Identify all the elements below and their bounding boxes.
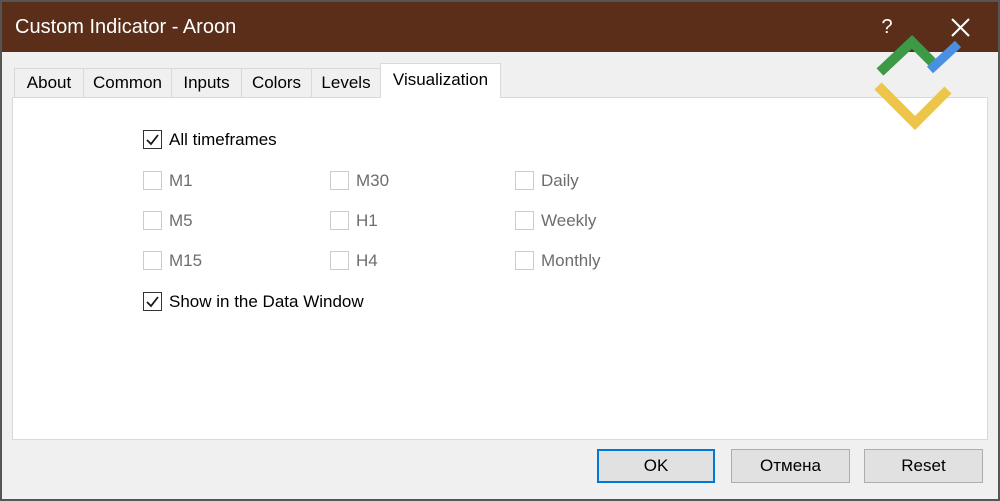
timeframe-checkbox-m15[interactable]: M15 bbox=[143, 251, 330, 270]
tab-inputs[interactable]: Inputs bbox=[171, 68, 242, 97]
reset-button[interactable]: Reset bbox=[864, 449, 983, 483]
checkbox-label: H1 bbox=[356, 211, 378, 230]
checkmark-icon bbox=[146, 296, 159, 308]
timeframe-checkbox-m5[interactable]: M5 bbox=[143, 211, 330, 230]
checkbox-box[interactable] bbox=[330, 251, 349, 270]
checkbox-label: M5 bbox=[169, 211, 193, 230]
checkbox-label: M15 bbox=[169, 251, 203, 270]
checkbox-label: M1 bbox=[169, 171, 193, 190]
ok-button[interactable]: OK bbox=[597, 449, 715, 483]
timeframe-checkbox-m30[interactable]: M30 bbox=[330, 171, 515, 190]
logo-blue-stroke bbox=[926, 40, 962, 74]
timeframe-checkbox-m1[interactable]: M1 bbox=[143, 171, 330, 190]
checkbox-box[interactable] bbox=[515, 251, 534, 270]
tab-visualization[interactable]: Visualization bbox=[380, 63, 501, 98]
checkbox-label: Weekly bbox=[541, 211, 597, 230]
checkbox-box[interactable] bbox=[143, 130, 162, 149]
tab-strip: About Common Inputs Colors Levels Visual… bbox=[14, 63, 501, 98]
tab-common[interactable]: Common bbox=[83, 68, 172, 97]
brand-logo-icon bbox=[874, 35, 962, 131]
checkbox-box[interactable] bbox=[143, 292, 162, 311]
checkbox-box[interactable] bbox=[515, 211, 534, 230]
checkbox-label: M30 bbox=[356, 171, 390, 190]
checkmark-icon bbox=[146, 134, 159, 146]
logo-green-chevron bbox=[876, 35, 940, 76]
tab-about[interactable]: About bbox=[14, 68, 84, 97]
logo-yellow-chevron bbox=[874, 82, 952, 131]
checkbox-box[interactable] bbox=[515, 171, 534, 190]
timeframe-checkbox-weekly[interactable]: Weekly bbox=[515, 211, 665, 230]
timeframe-checkbox-daily[interactable]: Daily bbox=[515, 171, 665, 190]
timeframe-checkbox-monthly[interactable]: Monthly bbox=[515, 251, 665, 270]
title-bar: Custom Indicator - Aroon ? bbox=[0, 0, 1000, 52]
timeframe-checkbox-h1[interactable]: H1 bbox=[330, 211, 515, 230]
checkbox-label: H4 bbox=[356, 251, 378, 270]
visualization-panel: All timeframes M1 M5 M15 M30 H1 H4 Daily… bbox=[12, 97, 988, 440]
tab-colors[interactable]: Colors bbox=[241, 68, 312, 97]
checkbox-label: All timeframes bbox=[169, 130, 277, 149]
close-icon bbox=[951, 18, 970, 37]
checkbox-label: Daily bbox=[541, 171, 579, 190]
checkbox-box[interactable] bbox=[330, 211, 349, 230]
cancel-button[interactable]: Отмена bbox=[731, 449, 850, 483]
show-in-data-window-checkbox[interactable]: Show in the Data Window bbox=[143, 292, 364, 311]
checkbox-label: Show in the Data Window bbox=[169, 292, 364, 311]
checkbox-label: Monthly bbox=[541, 251, 601, 270]
dialog-window: Custom Indicator - Aroon ? About Common … bbox=[0, 0, 1000, 501]
checkbox-box[interactable] bbox=[143, 251, 162, 270]
timeframe-checkbox-h4[interactable]: H4 bbox=[330, 251, 515, 270]
window-title: Custom Indicator - Aroon bbox=[15, 16, 237, 38]
checkbox-box[interactable] bbox=[143, 171, 162, 190]
all-timeframes-checkbox[interactable]: All timeframes bbox=[143, 130, 277, 149]
checkbox-box[interactable] bbox=[330, 171, 349, 190]
checkbox-box[interactable] bbox=[143, 211, 162, 230]
timeframes-grid: M1 M5 M15 M30 H1 H4 Daily Weekly Monthly bbox=[143, 171, 665, 291]
tab-levels[interactable]: Levels bbox=[311, 68, 381, 97]
